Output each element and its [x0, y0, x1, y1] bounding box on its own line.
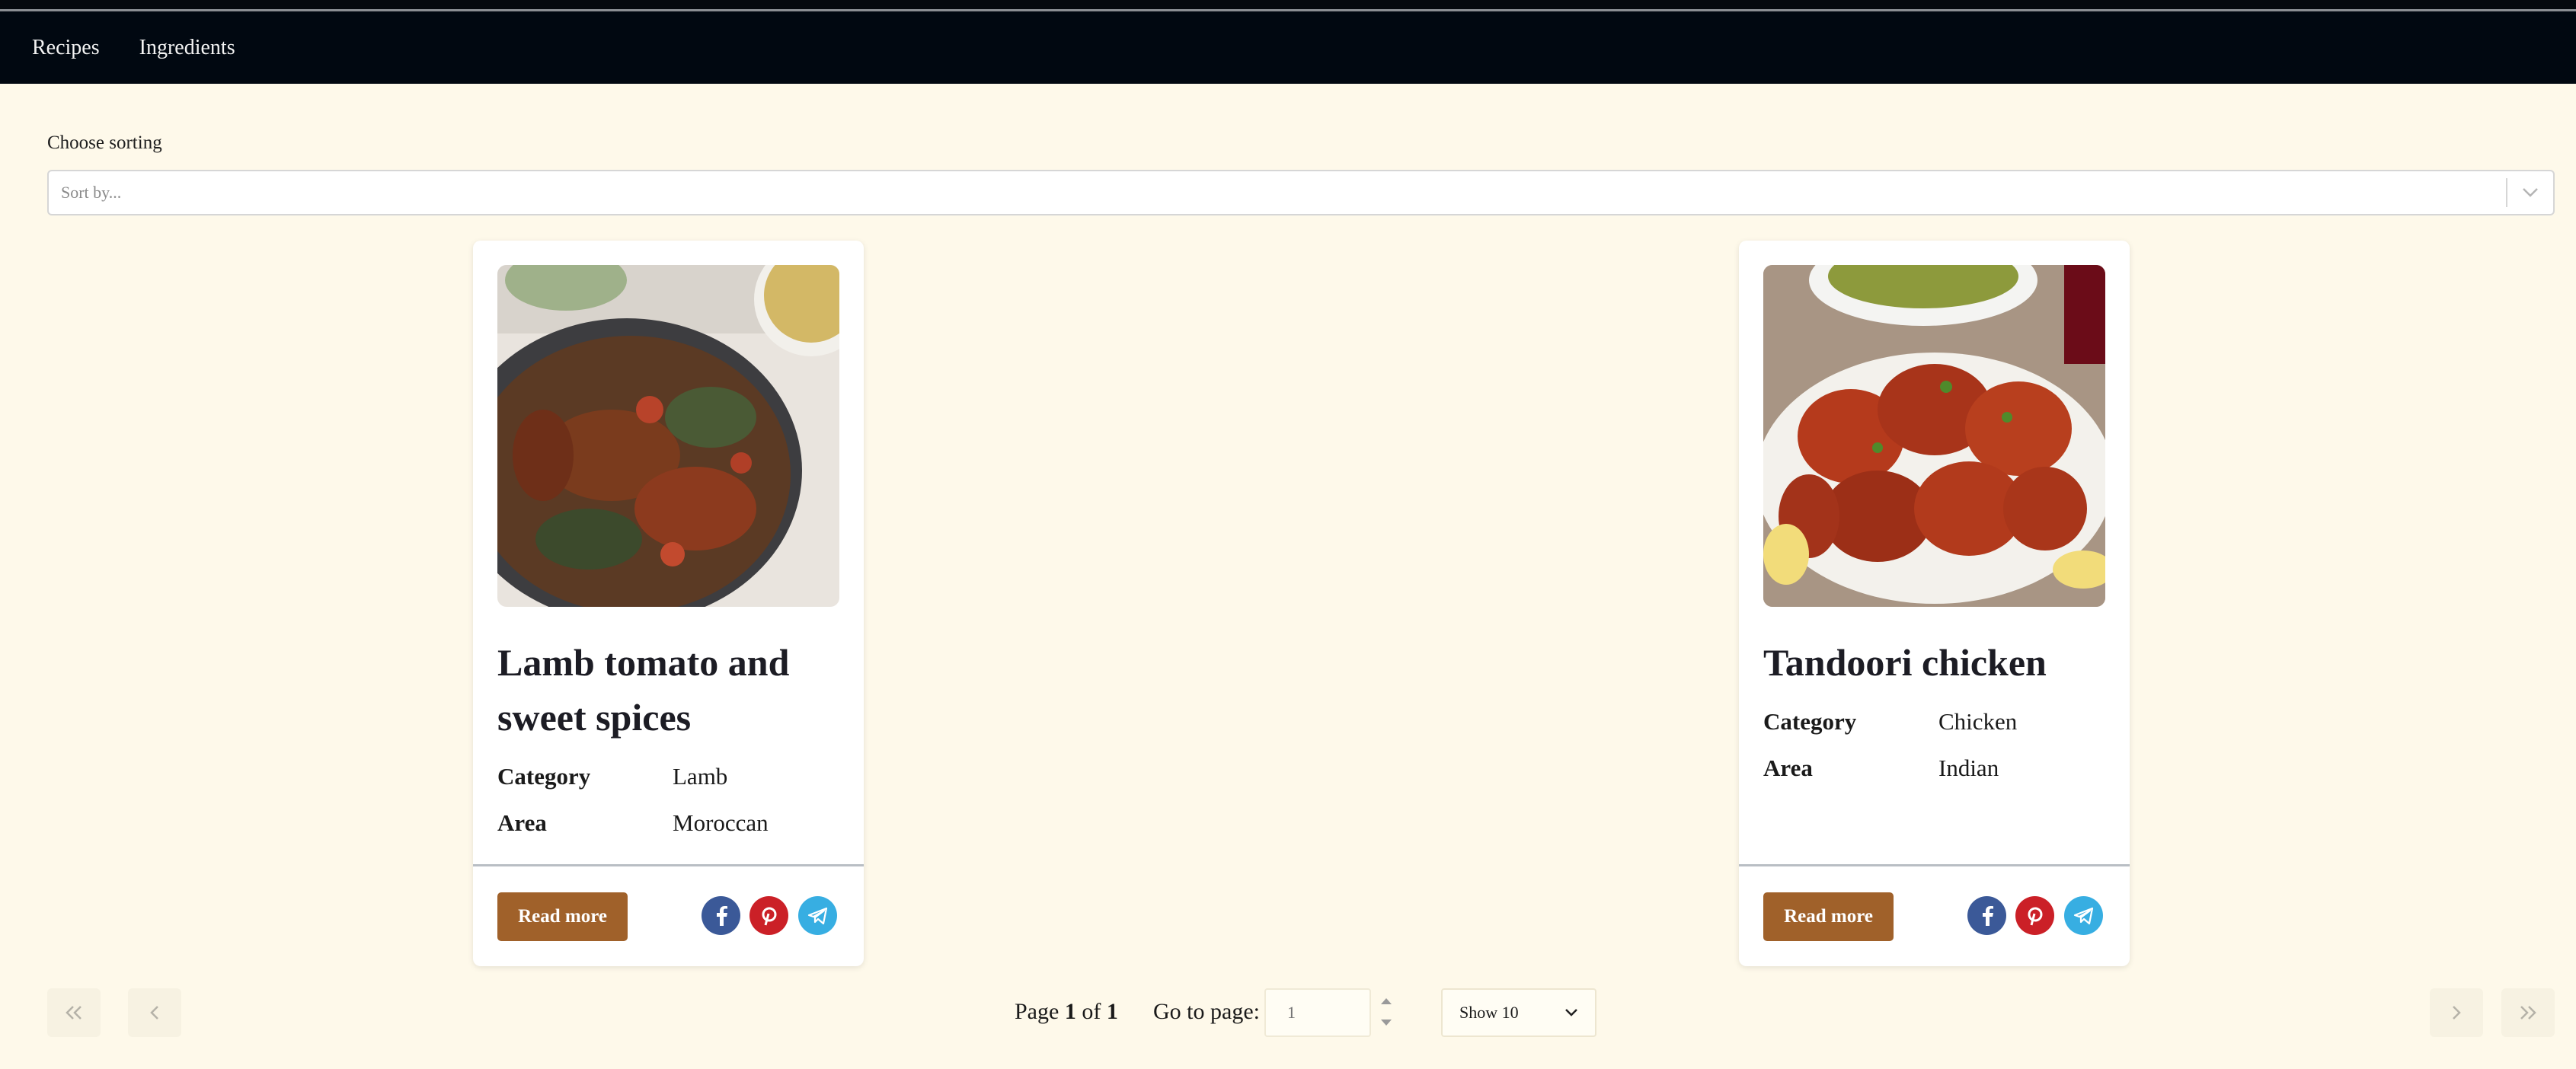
nav-recipes-link[interactable]: Recipes [32, 36, 100, 60]
last-page-button[interactable] [2501, 988, 2555, 1037]
category-label: Category [497, 762, 591, 790]
previous-page-button[interactable] [128, 988, 181, 1037]
page-size-select[interactable]: Show 10 [1441, 988, 1596, 1037]
recipe-card: Tandoori chicken Category Chicken Area I… [1739, 241, 2130, 966]
chevron-right-icon [2453, 1006, 2461, 1020]
nav-ingredients-link[interactable]: Ingredients [139, 36, 235, 60]
telegram-icon[interactable] [798, 896, 837, 935]
area-row: Area Moroccan [497, 799, 848, 846]
telegram-icon[interactable] [2064, 896, 2103, 935]
chevron-left-icon [150, 1006, 158, 1020]
pinterest-icon[interactable] [749, 896, 788, 935]
chevron-down-icon [1565, 1009, 1577, 1016]
sorting-label: Choose sorting [47, 132, 162, 153]
facebook-icon[interactable] [702, 896, 740, 935]
category-row: Category Chicken [1763, 698, 2114, 745]
page-of: of [1082, 999, 1101, 1024]
recipe-card: Lamb tomato and sweet spices Category La… [473, 241, 864, 966]
recipe-title: Lamb tomato and sweet spices [497, 641, 790, 739]
sort-select[interactable] [47, 170, 2555, 215]
recipe-image [1763, 265, 2105, 607]
card-divider [1739, 864, 2130, 866]
chevrons-left-icon [66, 1006, 81, 1020]
category-value: Lamb [673, 762, 728, 790]
area-label: Area [1763, 754, 1813, 781]
card-divider [473, 864, 864, 866]
current-page: 1 [1064, 999, 1076, 1024]
area-value: Moroccan [673, 809, 769, 836]
recipe-info: Category Chicken Area Indian [1763, 698, 2114, 791]
first-page-button[interactable] [47, 988, 101, 1037]
area-label: Area [497, 809, 547, 836]
goto-page-label: Go to page: [1153, 999, 1260, 1024]
area-value: Indian [1938, 754, 1999, 781]
recipe-image [497, 265, 839, 607]
page-indicator: Page 1 of 1 [1015, 999, 1118, 1025]
category-label: Category [1763, 707, 1857, 735]
page-prefix: Page [1015, 999, 1059, 1024]
chevron-down-icon[interactable] [2507, 171, 2553, 214]
recipe-title: Tandoori chicken [1763, 641, 2047, 684]
page-size-value: Show 10 [1459, 1003, 1519, 1022]
navbar: Recipes Ingredients [0, 11, 2576, 84]
read-more-button[interactable]: Read more [497, 892, 628, 941]
goto-page-input[interactable] [1264, 988, 1371, 1037]
category-row: Category Lamb [497, 753, 848, 799]
read-more-button[interactable]: Read more [1763, 892, 1894, 941]
total-pages: 1 [1106, 999, 1118, 1024]
facebook-icon[interactable] [1967, 896, 2006, 935]
spin-down-icon[interactable] [1377, 1013, 1395, 1032]
sort-input[interactable] [49, 171, 2506, 214]
next-page-button[interactable] [2430, 988, 2483, 1037]
recipe-info: Category Lamb Area Moroccan [497, 753, 848, 846]
chevrons-right-icon [2520, 1006, 2536, 1020]
area-row: Area Indian [1763, 745, 2114, 791]
spin-up-icon[interactable] [1377, 992, 1395, 1010]
category-value: Chicken [1938, 707, 2018, 735]
window-top-bar [0, 0, 2576, 11]
pinterest-icon[interactable] [2015, 896, 2054, 935]
